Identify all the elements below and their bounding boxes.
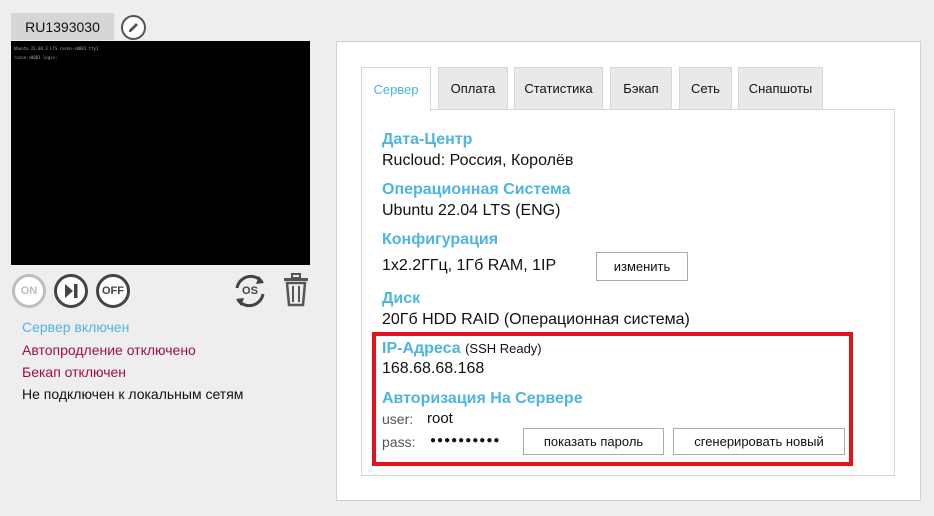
disk-label: Диск — [382, 290, 421, 307]
show-password-button[interactable]: показать пароль — [523, 428, 664, 455]
power-off-button[interactable]: OFF — [95, 273, 131, 309]
ip-label: IP-Адреса (SSH Ready) — [382, 340, 542, 358]
play-pause-icon — [54, 274, 88, 308]
tab-network[interactable]: Сеть — [679, 67, 732, 109]
auth-label: Авторизация На Сервере — [382, 390, 583, 407]
user-label: user: — [382, 411, 414, 427]
tab-statistics[interactable]: Статистика — [514, 67, 603, 109]
server-console-screen[interactable]: Ubuntu 22.04.3 LTS rucnn-s0001 tty1 rucn… — [11, 41, 310, 265]
os-value: Ubuntu 22.04 LTS (ENG) — [382, 202, 561, 219]
disk-value: 20Гб HDD RAID (Операционная система) — [382, 311, 690, 328]
os-label: OS — [242, 285, 258, 297]
server-state-status: Сервер включен — [22, 319, 130, 335]
change-config-button[interactable]: изменить — [596, 252, 688, 281]
delete-server-button[interactable] — [282, 273, 310, 307]
pass-label: pass: — [382, 434, 416, 450]
generate-password-button[interactable]: сгенерировать новый — [673, 428, 845, 455]
ip-value: 168.68.68.168 — [382, 360, 485, 377]
console-line: Ubuntu 22.04.3 LTS rucnn-s0001 tty1 — [14, 46, 99, 51]
network-status: Не подключен к локальным сетям — [22, 386, 244, 402]
restart-button[interactable] — [53, 273, 89, 309]
autorenew-status[interactable]: Автопродление отключено — [22, 342, 196, 358]
tab-payment[interactable]: Оплата — [438, 67, 508, 109]
config-label: Конфигурация — [382, 231, 499, 248]
tab-snapshots[interactable]: Снапшоты — [738, 67, 823, 109]
user-value: root — [427, 410, 453, 427]
config-value: 1x2.2ГГц, 1Гб RAM, 1IP — [382, 257, 557, 274]
power-on-button[interactable]: ON — [11, 273, 47, 309]
pencil-icon[interactable] — [121, 15, 146, 40]
pass-value-masked: ●●●●●●●●●● — [430, 435, 501, 446]
reinstall-os-button[interactable]: OS — [229, 270, 271, 312]
on-label: ON — [20, 285, 38, 297]
tab-server[interactable]: Сервер — [361, 67, 431, 111]
ip-label-text: IP-Адреса — [382, 340, 461, 357]
console-line: rucnn-s0001 login: — [14, 55, 58, 60]
datacenter-value: Rucloud: Россия, Королёв — [382, 152, 574, 169]
tab-backup[interactable]: Бэкап — [610, 67, 672, 109]
server-id-tag: RU1393030 — [11, 13, 114, 40]
datacenter-label: Дата-Центр — [382, 131, 473, 148]
ip-ssh-note: (SSH Ready) — [465, 341, 542, 356]
off-label: OFF — [102, 285, 124, 297]
backup-status[interactable]: Бекап отключен — [22, 364, 126, 380]
os-label: Операционная Система — [382, 181, 571, 198]
trash-icon — [284, 273, 308, 307]
